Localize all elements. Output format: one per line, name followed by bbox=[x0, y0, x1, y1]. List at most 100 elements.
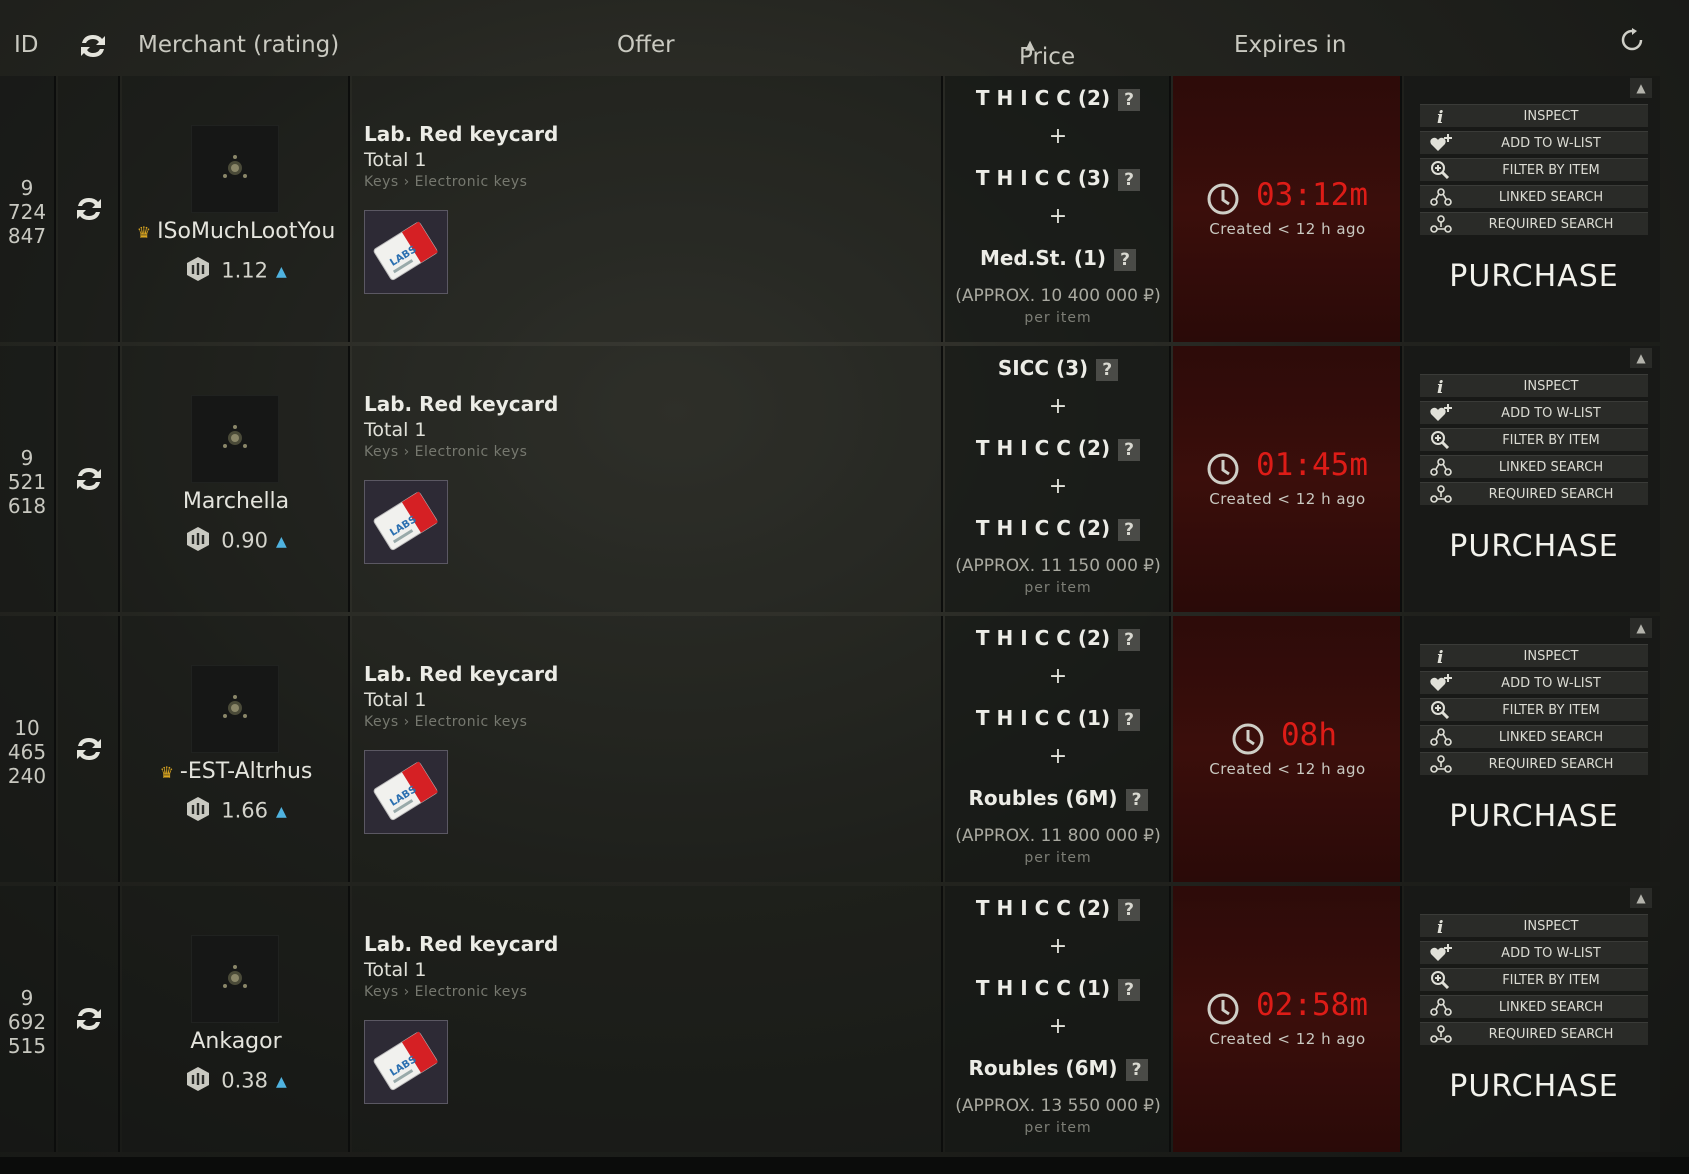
header-price[interactable]: Price ▲ bbox=[1019, 32, 1075, 70]
barter-filter-icon[interactable] bbox=[78, 32, 108, 66]
linked-search-button[interactable]: LINKED SEARCH bbox=[1420, 725, 1648, 748]
inspect-button[interactable]: i INSPECT bbox=[1420, 914, 1648, 938]
wishlist-heart-icon bbox=[1430, 674, 1452, 692]
actions-cell: ▲ i INSPECT ADD TO W-LIST FILTER BY ITEM LINK… bbox=[1404, 616, 1660, 882]
purchase-button[interactable]: PURCHASE bbox=[1420, 259, 1648, 294]
purchase-button[interactable]: PURCHASE bbox=[1420, 529, 1648, 564]
plus-sign: + bbox=[1048, 664, 1068, 689]
required-search-icon bbox=[1430, 215, 1452, 233]
price-requirement[interactable]: Roubles (6M)? bbox=[945, 1056, 1171, 1081]
collapse-icon[interactable]: ▲ bbox=[1630, 618, 1652, 638]
help-icon[interactable]: ? bbox=[1125, 1058, 1148, 1081]
help-icon[interactable]: ? bbox=[1118, 978, 1141, 1001]
add-to-w-list-button[interactable]: ADD TO W-LIST bbox=[1420, 401, 1648, 424]
required-search-button[interactable]: REQUIRED SEARCH bbox=[1420, 212, 1648, 235]
offer-id-part: 618 bbox=[7, 494, 47, 518]
merchant-avatar[interactable] bbox=[192, 666, 278, 752]
price-requirement[interactable]: T H I C C (3)? bbox=[945, 166, 1171, 191]
merchant-avatar[interactable] bbox=[192, 396, 278, 482]
purchase-button[interactable]: PURCHASE bbox=[1420, 799, 1648, 834]
table-header: ID Merchant (rating) Offer Price ▲ Expire… bbox=[0, 20, 1660, 76]
price-requirement[interactable]: T H I C C (1)? bbox=[945, 976, 1171, 1001]
keycard-icon[interactable]: LABS bbox=[364, 750, 448, 834]
rating-badge-icon bbox=[185, 796, 211, 827]
merchant-name[interactable]: ♛ -EST-Altrhus bbox=[122, 759, 350, 784]
help-icon[interactable]: ? bbox=[1114, 248, 1137, 271]
keycard-icon[interactable]: LABS bbox=[364, 1020, 448, 1104]
footer-bar bbox=[0, 1157, 1689, 1174]
price-requirement[interactable]: T H I C C (2)? bbox=[945, 896, 1171, 921]
help-icon[interactable]: ? bbox=[1118, 518, 1141, 541]
rating-up-icon: ▲ bbox=[275, 803, 287, 820]
help-icon[interactable]: ? bbox=[1096, 358, 1119, 381]
wishlist-heart-icon bbox=[1430, 134, 1452, 152]
barter-swap-icon[interactable] bbox=[74, 1004, 104, 1034]
help-icon[interactable]: ? bbox=[1118, 628, 1141, 651]
header-offer[interactable]: Offer bbox=[617, 32, 675, 58]
add-to-w-list-button[interactable]: ADD TO W-LIST bbox=[1420, 131, 1648, 154]
merchant-name[interactable]: Marchella bbox=[122, 489, 350, 514]
header-merchant[interactable]: Merchant (rating) bbox=[138, 32, 339, 58]
add-to-w-list-button[interactable]: ADD TO W-LIST bbox=[1420, 941, 1648, 964]
header-expires[interactable]: Expires in bbox=[1234, 32, 1347, 58]
price-requirement[interactable]: T H I C C (2)? bbox=[945, 516, 1171, 541]
help-icon[interactable]: ? bbox=[1118, 898, 1141, 921]
item-name[interactable]: Lab. Red keycard bbox=[364, 122, 558, 146]
header-id[interactable]: ID bbox=[14, 32, 39, 58]
price-requirement[interactable]: T H I C C (2)? bbox=[945, 436, 1171, 461]
item-name[interactable]: Lab. Red keycard bbox=[364, 932, 558, 956]
collapse-icon[interactable]: ▲ bbox=[1630, 348, 1652, 368]
help-icon[interactable]: ? bbox=[1118, 708, 1141, 731]
offer-id: 10 465 240 bbox=[0, 716, 54, 788]
filter-by-item-button[interactable]: FILTER BY ITEM bbox=[1420, 428, 1648, 451]
price-requirement[interactable]: T H I C C (2)? bbox=[945, 626, 1171, 651]
keycard-icon[interactable]: LABS bbox=[364, 480, 448, 564]
collapse-icon[interactable]: ▲ bbox=[1630, 78, 1652, 98]
help-icon[interactable]: ? bbox=[1118, 438, 1141, 461]
purchase-button[interactable]: PURCHASE bbox=[1420, 1069, 1648, 1104]
inspect-button[interactable]: i INSPECT bbox=[1420, 104, 1648, 128]
inspect-button[interactable]: i INSPECT bbox=[1420, 374, 1648, 398]
merchant-name[interactable]: ♛ ISoMuchLootYou bbox=[122, 219, 350, 244]
price-requirement[interactable]: T H I C C (2)? bbox=[945, 86, 1171, 111]
linked-search-button[interactable]: LINKED SEARCH bbox=[1420, 455, 1648, 478]
linked-search-button[interactable]: LINKED SEARCH bbox=[1420, 185, 1648, 208]
refresh-icon[interactable] bbox=[1620, 28, 1644, 58]
filter-by-item-button[interactable]: FILTER BY ITEM bbox=[1420, 698, 1648, 721]
merchant-name[interactable]: Ankagor bbox=[122, 1029, 350, 1054]
keycard-icon[interactable]: LABS bbox=[364, 210, 448, 294]
barter-swap-icon[interactable] bbox=[74, 734, 104, 764]
magnify-plus-icon bbox=[1430, 431, 1452, 450]
item-total: Total 1 bbox=[364, 419, 427, 441]
price-requirement[interactable]: T H I C C (1)? bbox=[945, 706, 1171, 731]
item-category[interactable]: Keys › Electronic keys bbox=[364, 444, 527, 460]
plus-sign: + bbox=[1048, 124, 1068, 149]
help-icon[interactable]: ? bbox=[1125, 788, 1148, 811]
required-search-button[interactable]: REQUIRED SEARCH bbox=[1420, 1022, 1648, 1045]
approx-price: (APPROX. 11 800 000 ₽) bbox=[955, 826, 1161, 846]
item-name[interactable]: Lab. Red keycard bbox=[364, 662, 558, 686]
price-requirement-label: T H I C C (2) bbox=[975, 516, 1111, 540]
price-requirement[interactable]: Roubles (6M)? bbox=[945, 786, 1171, 811]
barter-swap-icon[interactable] bbox=[74, 464, 104, 494]
help-icon[interactable]: ? bbox=[1118, 168, 1141, 191]
merchant-avatar[interactable] bbox=[192, 936, 278, 1022]
help-icon[interactable]: ? bbox=[1118, 88, 1141, 111]
item-name[interactable]: Lab. Red keycard bbox=[364, 392, 558, 416]
add-to-w-list-button[interactable]: ADD TO W-LIST bbox=[1420, 671, 1648, 694]
collapse-icon[interactable]: ▲ bbox=[1630, 888, 1652, 908]
linked-search-button[interactable]: LINKED SEARCH bbox=[1420, 995, 1648, 1018]
action-label: LINKED SEARCH bbox=[1498, 730, 1604, 745]
price-requirement[interactable]: Med.St. (1)? bbox=[945, 246, 1171, 271]
item-category[interactable]: Keys › Electronic keys bbox=[364, 714, 527, 730]
filter-by-item-button[interactable]: FILTER BY ITEM bbox=[1420, 968, 1648, 991]
item-category[interactable]: Keys › Electronic keys bbox=[364, 984, 527, 1000]
barter-swap-icon[interactable] bbox=[74, 194, 104, 224]
item-category[interactable]: Keys › Electronic keys bbox=[364, 174, 527, 190]
required-search-button[interactable]: REQUIRED SEARCH bbox=[1420, 482, 1648, 505]
price-requirement[interactable]: SICC (3)? bbox=[945, 356, 1171, 381]
filter-by-item-button[interactable]: FILTER BY ITEM bbox=[1420, 158, 1648, 181]
merchant-avatar[interactable] bbox=[192, 126, 278, 212]
inspect-button[interactable]: i INSPECT bbox=[1420, 644, 1648, 668]
required-search-button[interactable]: REQUIRED SEARCH bbox=[1420, 752, 1648, 775]
